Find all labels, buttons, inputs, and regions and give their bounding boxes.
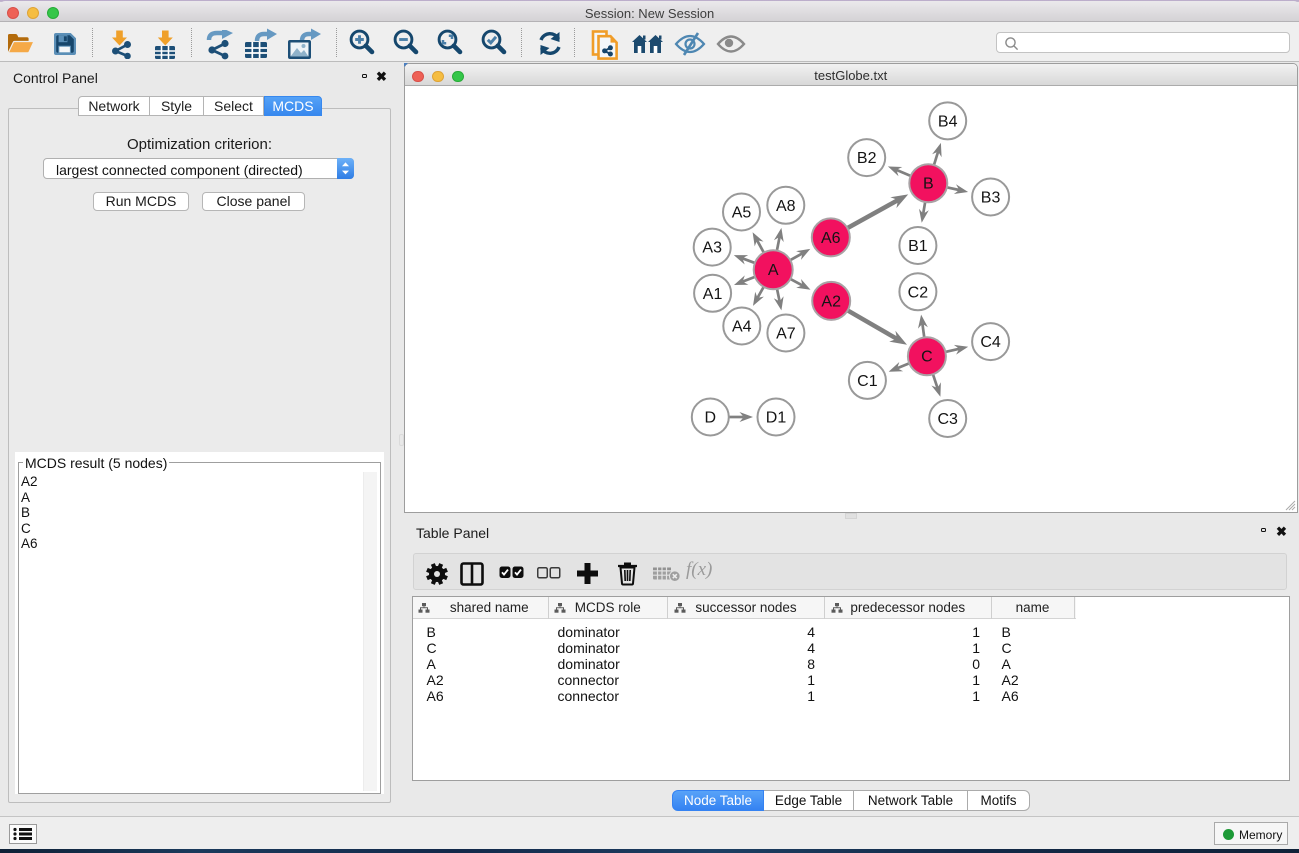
svg-text:C3: C3	[937, 411, 958, 428]
svg-text:A3: A3	[702, 240, 722, 257]
svg-text:D: D	[704, 410, 716, 427]
svg-text:A1: A1	[702, 286, 722, 303]
svg-text:C2: C2	[907, 284, 928, 301]
svg-text:C4: C4	[980, 334, 1001, 351]
svg-text:D1: D1	[765, 410, 786, 427]
svg-text:A: A	[767, 262, 778, 279]
svg-text:C: C	[921, 349, 933, 366]
svg-text:A4: A4	[732, 319, 752, 336]
svg-text:A5: A5	[731, 205, 751, 222]
svg-text:A6: A6	[821, 230, 841, 247]
svg-text:A7: A7	[776, 326, 796, 343]
svg-text:B2: B2	[856, 150, 876, 167]
svg-text:B4: B4	[937, 113, 957, 130]
svg-text:A8: A8	[776, 198, 796, 215]
svg-text:A2: A2	[821, 293, 841, 310]
svg-text:B1: B1	[908, 238, 928, 255]
svg-text:B3: B3	[980, 190, 1000, 207]
svg-text:B: B	[922, 176, 933, 193]
svg-text:C1: C1	[857, 373, 878, 390]
